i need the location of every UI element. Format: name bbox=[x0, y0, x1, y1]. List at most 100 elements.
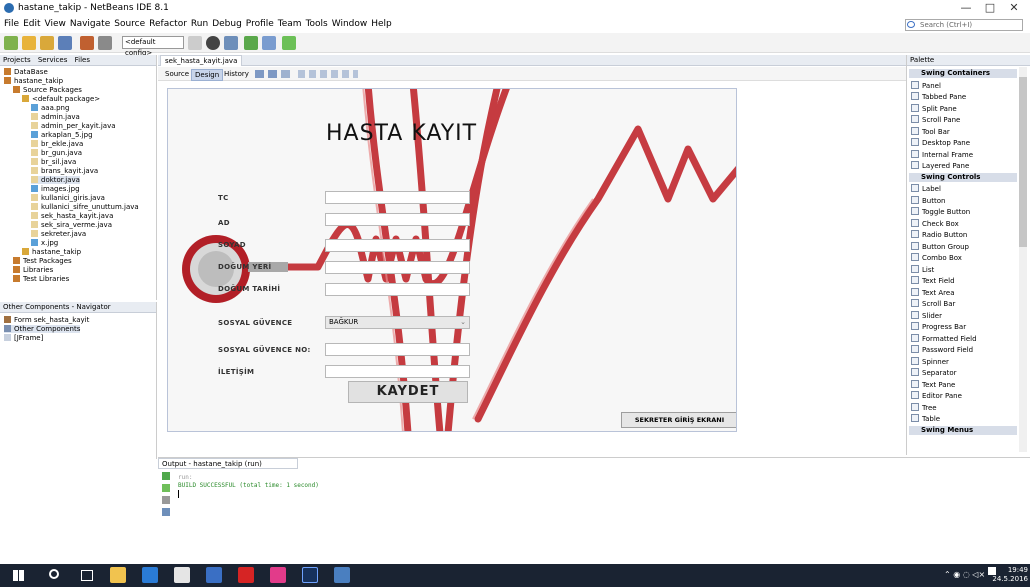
windows-start-icon[interactable] bbox=[13, 570, 24, 581]
palette-item[interactable]: Slider bbox=[911, 310, 942, 321]
preview-design-icon[interactable] bbox=[281, 70, 290, 78]
menu-file[interactable]: File bbox=[4, 17, 19, 32]
tab-design[interactable]: Design bbox=[191, 69, 224, 81]
ad-field[interactable] bbox=[325, 213, 470, 226]
palette-item[interactable]: Spinner bbox=[911, 356, 949, 367]
redo-icon[interactable] bbox=[98, 36, 112, 50]
menu-window[interactable]: Window bbox=[332, 17, 368, 32]
rerun-different-icon[interactable] bbox=[162, 484, 170, 492]
palette-category[interactable]: Swing Menus bbox=[909, 425, 1017, 435]
menu-run[interactable]: Run bbox=[191, 17, 208, 32]
soyad-field[interactable] bbox=[325, 239, 470, 252]
menu-edit[interactable]: Edit bbox=[23, 17, 40, 32]
media-icon[interactable] bbox=[206, 567, 222, 583]
sosyal-guvence-no-field[interactable] bbox=[325, 343, 470, 356]
project-tree-item[interactable]: doktor.java bbox=[31, 176, 80, 184]
palette-item[interactable]: Password Field bbox=[911, 345, 973, 355]
config-select[interactable]: <default config> bbox=[122, 36, 184, 57]
menu-team[interactable]: Team bbox=[278, 17, 302, 32]
project-tree-item[interactable]: br_sil.java bbox=[31, 158, 76, 166]
build-icon[interactable] bbox=[206, 36, 220, 50]
output-tab[interactable]: Output - hastane_takip (run) bbox=[158, 458, 298, 469]
project-tree-item[interactable]: <default package> bbox=[22, 95, 100, 103]
navigator-item-other[interactable]: Other Components bbox=[4, 325, 81, 333]
palette-item[interactable]: Table bbox=[911, 414, 940, 424]
iletisim-field[interactable] bbox=[325, 365, 470, 378]
project-tree-item[interactable]: sek_hasta_kayit.java bbox=[31, 212, 113, 220]
new-project-icon[interactable] bbox=[4, 36, 18, 50]
project-tree-item[interactable]: hastane_takip bbox=[22, 248, 81, 256]
open-project-icon[interactable] bbox=[40, 36, 54, 50]
palette-item[interactable]: Toggle Button bbox=[911, 207, 970, 217]
music-icon[interactable] bbox=[270, 567, 286, 583]
project-tree-item[interactable]: Test Packages bbox=[13, 257, 72, 265]
tab-history[interactable]: History bbox=[221, 69, 252, 79]
project-tree-item[interactable]: DataBase bbox=[4, 68, 48, 76]
menu-profile[interactable]: Profile bbox=[246, 17, 274, 32]
palette-item[interactable]: Progress Bar bbox=[911, 322, 966, 332]
project-tree-item[interactable]: hastane_takip bbox=[4, 77, 63, 85]
stop-icon[interactable] bbox=[162, 496, 170, 504]
palette-item[interactable]: Tool Bar bbox=[911, 126, 950, 137]
align-tools-icon[interactable] bbox=[298, 70, 358, 78]
palette-item[interactable]: Tabbed Pane bbox=[911, 92, 966, 102]
palette-item[interactable]: Scroll Bar bbox=[911, 299, 955, 309]
palette-item[interactable]: Editor Pane bbox=[911, 391, 962, 401]
search-input[interactable]: Search (Ctrl+I) bbox=[905, 19, 1023, 31]
tab-services[interactable]: Services bbox=[38, 56, 68, 64]
tc-field[interactable] bbox=[325, 191, 470, 204]
menu-refactor[interactable]: Refactor bbox=[149, 17, 187, 32]
new-file-icon[interactable] bbox=[22, 36, 36, 50]
search-icon[interactable] bbox=[49, 569, 59, 579]
store-icon[interactable] bbox=[174, 567, 190, 583]
palette-item[interactable]: Separator bbox=[911, 368, 957, 378]
project-tree-item[interactable]: images.jpg bbox=[31, 185, 80, 193]
netbeans-taskbar-icon[interactable] bbox=[334, 567, 350, 583]
palette-item[interactable]: Text Field bbox=[911, 276, 955, 286]
settings-icon[interactable] bbox=[162, 508, 170, 516]
project-tree-item[interactable]: brans_kayit.java bbox=[31, 167, 98, 175]
kaydet-button[interactable]: KAYDET bbox=[348, 381, 468, 403]
project-tree-item[interactable]: sek_sira_verme.java bbox=[31, 221, 112, 229]
navigator-item-form[interactable]: Form sek_hasta_kayit bbox=[4, 316, 89, 324]
task-view-icon[interactable] bbox=[81, 570, 93, 581]
project-tree-item[interactable]: Source Packages bbox=[13, 86, 82, 94]
navigator-item-jframe[interactable]: [JFrame] bbox=[4, 334, 43, 342]
palette-item[interactable]: Combo Box bbox=[911, 253, 962, 263]
palette-item[interactable]: Text Area bbox=[911, 287, 955, 298]
tab-source[interactable]: Source bbox=[162, 69, 192, 79]
project-tree-item[interactable]: br_gun.java bbox=[31, 149, 82, 157]
flash-icon[interactable] bbox=[238, 567, 254, 583]
menu-navigate[interactable]: Navigate bbox=[70, 17, 110, 32]
palette-item[interactable]: Label bbox=[911, 184, 941, 194]
palette-item[interactable]: Button bbox=[911, 195, 945, 206]
palette-item[interactable]: Formatted Field bbox=[911, 333, 977, 344]
palette-item[interactable]: Scroll Pane bbox=[911, 115, 960, 125]
project-tree-item[interactable]: admin.java bbox=[31, 113, 80, 121]
photoshop-icon[interactable] bbox=[302, 567, 318, 583]
menu-view[interactable]: View bbox=[45, 17, 66, 32]
menu-tools[interactable]: Tools bbox=[306, 17, 328, 32]
palette-item[interactable]: Tree bbox=[911, 402, 937, 413]
palette-scrollbar[interactable] bbox=[1019, 67, 1027, 452]
sekreter-giris-button[interactable]: SEKRETER GİRİŞ EKRANI bbox=[621, 412, 736, 428]
palette-item[interactable]: Layered Pane bbox=[911, 161, 969, 171]
clean-build-icon[interactable] bbox=[224, 36, 238, 50]
project-tree-item[interactable]: Test Libraries bbox=[13, 275, 69, 283]
undo-icon[interactable] bbox=[80, 36, 94, 50]
palette-item[interactable]: List bbox=[911, 264, 934, 275]
menu-help[interactable]: Help bbox=[371, 17, 392, 32]
palette-item[interactable]: Internal Frame bbox=[911, 149, 973, 160]
palette-category[interactable]: Swing Containers bbox=[909, 69, 1017, 78]
project-tree-item[interactable]: kullanici_giris.java bbox=[31, 194, 105, 202]
tab-projects[interactable]: Projects bbox=[3, 56, 31, 64]
minimize-button[interactable]: — bbox=[956, 1, 976, 15]
config-dropdown-icon[interactable] bbox=[188, 36, 202, 50]
palette-item[interactable]: Radio Button bbox=[911, 230, 967, 240]
palette-item[interactable]: Split Pane bbox=[911, 103, 957, 114]
system-tray-icons[interactable]: ⌃ ◉ ◌ ◁× bbox=[944, 570, 985, 579]
scrollbar-thumb[interactable] bbox=[1019, 77, 1027, 247]
project-tree-item[interactable]: aaa.png bbox=[31, 104, 69, 112]
palette-item[interactable]: Button Group bbox=[911, 241, 969, 252]
close-button[interactable]: ✕ bbox=[1004, 1, 1024, 15]
